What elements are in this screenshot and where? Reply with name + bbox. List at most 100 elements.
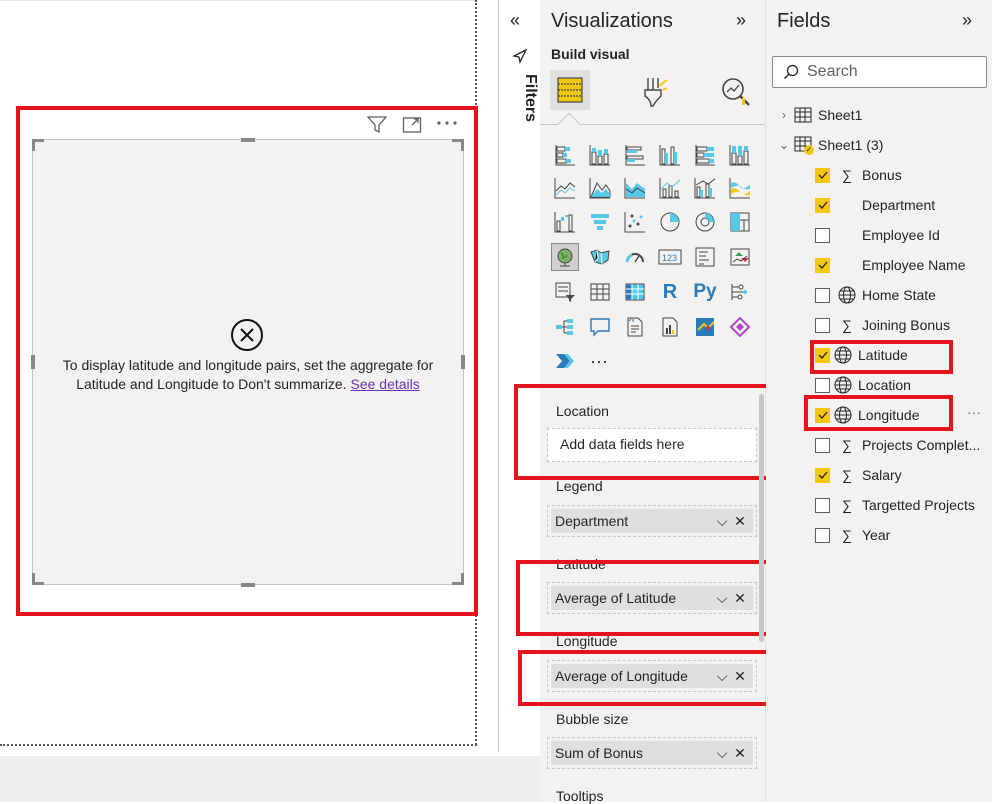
multi-row-card-icon[interactable] — [691, 243, 719, 271]
legend-field-pill[interactable]: Department ⌵ ✕ — [551, 509, 753, 533]
collapse-visualizations-chevron-icon[interactable]: » — [736, 10, 746, 31]
chevron-down-icon[interactable]: ⌵ — [713, 745, 731, 762]
field-bonus[interactable]: ∑ Bonus — [815, 160, 902, 190]
field-checkbox[interactable] — [815, 467, 830, 483]
field-more-options-ellipsis[interactable]: ··· — [967, 404, 981, 420]
collapse-fields-chevron-icon[interactable]: » — [962, 10, 972, 31]
search-placeholder: Search — [807, 63, 858, 80]
longitude-well-label: Longitude — [556, 633, 618, 649]
analytics-tab[interactable] — [716, 72, 756, 112]
map-visual-icon[interactable] — [551, 243, 579, 271]
r-script-visual-icon[interactable]: R — [656, 278, 684, 306]
stacked-area-chart-icon[interactable] — [621, 174, 649, 202]
expand-filters-chevron-icon[interactable]: « — [510, 10, 520, 31]
matrix-visual-icon[interactable] — [621, 278, 649, 306]
table-visual-icon[interactable] — [586, 278, 614, 306]
svg-text:123: 123 — [662, 253, 677, 263]
field-checkbox[interactable] — [815, 197, 830, 213]
field-checkbox[interactable] — [815, 497, 830, 513]
field-joining-bonus[interactable]: ∑ Joining Bonus — [815, 310, 950, 340]
table-checked-icon: ✓ — [794, 136, 814, 155]
power-apps-icon[interactable] — [726, 313, 754, 341]
field-year[interactable]: ∑ Year — [815, 520, 890, 550]
field-salary[interactable]: ∑ Salary — [815, 460, 902, 490]
legend-well-label: Legend — [556, 478, 603, 494]
globe-icon — [832, 375, 854, 395]
field-type-blank — [836, 225, 858, 245]
chevron-down-icon[interactable]: ⌵ — [713, 513, 731, 530]
100-stacked-bar-chart-icon[interactable] — [691, 141, 719, 169]
azure-map-icon[interactable] — [691, 313, 719, 341]
remove-field-close-icon[interactable]: ✕ — [731, 513, 749, 530]
fields-search-input[interactable]: Search — [772, 56, 987, 88]
get-more-visuals-ellipsis[interactable]: ··· — [590, 351, 608, 372]
field-projects-completed[interactable]: ∑ Projects Complet... — [815, 430, 980, 460]
highlight-box-latitude-field — [810, 340, 953, 374]
clustered-bar-chart-icon[interactable] — [621, 141, 649, 169]
chevron-down-icon[interactable]: ⌄ — [776, 138, 792, 152]
field-home-state[interactable]: Home State — [815, 280, 936, 310]
clustered-column-chart-icon[interactable] — [656, 141, 684, 169]
field-checkbox[interactable] — [815, 287, 830, 303]
area-chart-icon[interactable] — [586, 174, 614, 202]
field-checkbox[interactable] — [815, 317, 830, 333]
kpi-visual-icon[interactable] — [726, 243, 754, 271]
funnel-chart-icon[interactable] — [586, 208, 614, 236]
stacked-column-chart-icon[interactable] — [586, 141, 614, 169]
python-visual-icon[interactable]: Py — [691, 278, 719, 306]
sigma-icon: ∑ — [842, 467, 852, 483]
line-and-clustered-column-chart-icon[interactable] — [691, 174, 719, 202]
format-visual-tab[interactable] — [634, 72, 674, 112]
highlight-box-location — [514, 384, 776, 480]
filled-map-icon[interactable] — [586, 243, 614, 271]
field-checkbox[interactable] — [815, 437, 830, 453]
field-checkbox[interactable] — [815, 527, 830, 543]
treemap-icon[interactable] — [726, 208, 754, 236]
filters-label-text: Filters — [522, 74, 539, 123]
chevron-right-icon[interactable]: › — [776, 108, 792, 122]
field-checkbox[interactable] — [815, 227, 830, 243]
table-sheet1[interactable]: › Sheet1 — [776, 100, 862, 130]
visualizations-scrollbar[interactable] — [759, 394, 764, 642]
slicer-icon[interactable] — [551, 278, 579, 306]
smart-narrative-icon[interactable] — [621, 313, 649, 341]
power-automate-icon[interactable] — [551, 347, 579, 375]
field-checkbox[interactable] — [815, 257, 830, 273]
field-name: Location — [858, 377, 911, 393]
key-influencers-icon[interactable] — [726, 278, 754, 306]
field-name: Bonus — [862, 167, 902, 183]
field-name: Home State — [862, 287, 936, 303]
highlight-box-latitude — [516, 560, 784, 636]
line-and-stacked-column-chart-icon[interactable] — [656, 174, 684, 202]
search-icon — [783, 64, 799, 80]
decomposition-tree-icon[interactable] — [551, 313, 579, 341]
ribbon-chart-icon[interactable] — [726, 174, 754, 202]
field-employee-id[interactable]: Employee Id — [815, 220, 940, 250]
filters-label[interactable]: Filters — [519, 74, 539, 134]
field-checkbox[interactable] — [815, 167, 830, 183]
field-employee-name[interactable]: Employee Name — [815, 250, 966, 280]
build-visual-tab[interactable] — [550, 70, 590, 110]
gauge-chart-icon[interactable] — [621, 243, 649, 271]
line-chart-icon[interactable] — [551, 174, 579, 202]
pie-chart-icon[interactable] — [656, 208, 684, 236]
analytics-magnifier-icon — [722, 78, 750, 106]
canvas-footer-area — [0, 756, 540, 802]
bubble-size-field-pill[interactable]: Sum of Bonus ⌵ ✕ — [551, 741, 753, 765]
field-targetted-projects[interactable]: ∑ Targetted Projects — [815, 490, 975, 520]
remove-field-close-icon[interactable]: ✕ — [731, 745, 749, 762]
qa-visual-icon[interactable] — [586, 313, 614, 341]
field-department[interactable]: Department — [815, 190, 935, 220]
field-name: Projects Complet... — [862, 437, 981, 453]
legend-well: Department ⌵ ✕ — [547, 505, 757, 537]
field-checkbox[interactable] — [815, 377, 830, 393]
waterfall-chart-icon[interactable] — [551, 208, 579, 236]
100-stacked-column-chart-icon[interactable] — [726, 141, 754, 169]
scatter-chart-icon[interactable] — [621, 208, 649, 236]
table-sheet1-3[interactable]: ⌄ ✓ Sheet1 (3) — [776, 130, 883, 160]
donut-chart-icon[interactable] — [691, 208, 719, 236]
paginated-report-icon[interactable] — [656, 313, 684, 341]
card-visual-icon[interactable]: 123 — [656, 243, 684, 271]
stacked-bar-chart-icon[interactable] — [551, 141, 579, 169]
fields-title: Fields — [777, 10, 831, 32]
